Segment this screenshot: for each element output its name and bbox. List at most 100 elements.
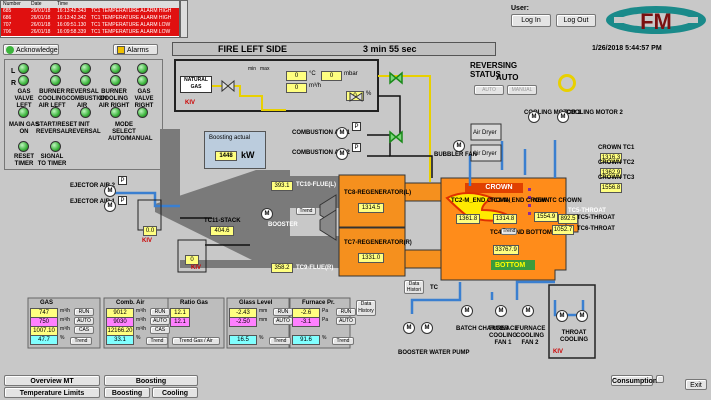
stack-kiv-label: KIV (142, 238, 153, 244)
temperature-limits-button[interactable]: Temperature Limits (4, 387, 100, 398)
throat-kiv-label: KIV (553, 349, 564, 355)
regenerator-left (338, 174, 406, 228)
booster-pump-motor-2-icon[interactable]: M (421, 322, 433, 334)
comb_air-unit: m³/h (136, 317, 146, 323)
regenerator-right-value: 1331.0 (358, 253, 384, 263)
consumption-button[interactable]: Consumption (611, 375, 657, 386)
ejector-fan-1-pressure-icon: P (118, 196, 127, 205)
comb_air-run-button[interactable]: RUN (150, 308, 170, 316)
flue-duct-lower (290, 236, 340, 268)
tc9-value: 358.2 (271, 263, 293, 273)
comb_air-auto-button[interactable]: AUTO (150, 317, 170, 325)
crown-tc-label: CROWN TC1 (598, 145, 635, 151)
booster-label: BOOSTER (268, 222, 298, 228)
glass_level-value: -2.50 (229, 317, 257, 327)
combustion-fan-2-pressure-icon: P (352, 143, 361, 152)
throat-cooling-box (548, 284, 596, 359)
glass_level-unit: mm (259, 308, 268, 314)
exit-button[interactable]: Exit (685, 379, 707, 390)
furnace_pr-run-button[interactable]: RUN (336, 308, 356, 316)
cooling-limits-button[interactable]: Cooling Limits (152, 387, 198, 398)
cooling-motor-2-label: COOLING MOTOR 2 (566, 110, 623, 116)
throat-cooling-fan-2-icon[interactable]: M (576, 310, 588, 322)
air-dryer-1-label: Air Dryer (473, 130, 497, 136)
glass_level-title: Glass Level (239, 300, 273, 306)
ejector-fan-2-motor-icon[interactable]: M (104, 185, 116, 197)
glass_level-unit: mm (259, 317, 268, 323)
boosting-value: 1448 (215, 151, 237, 161)
booster-pump-label: BOOSTER WATER PUMP (398, 350, 470, 356)
data-histori-button[interactable]: Data Histori (404, 280, 424, 294)
furnace_pr-unit: % (322, 335, 327, 341)
comb_air-trend-button[interactable]: Trend (146, 337, 168, 345)
comb_air-unit: m³/h (136, 326, 146, 332)
throat-cooling-fan-1-icon[interactable]: M (556, 310, 568, 322)
crown-tc-label: CROWN TC3 (598, 175, 635, 181)
boosting-panel: Boosting actual 1448 kW (204, 131, 266, 169)
comb_air-value: 33.1 (106, 335, 134, 345)
comb_air-unit: % (136, 335, 141, 341)
comb_air-unit: m³/h (136, 308, 146, 314)
data-history-button[interactable]: Data History (356, 300, 376, 316)
throat-cooling-label: THROAT COOLING (560, 330, 588, 343)
boosting-title: Boosting actual (209, 135, 251, 141)
furnace-cooling-fan-2-icon[interactable]: M (522, 305, 534, 317)
gas-unit: m³/h (60, 308, 70, 314)
bubbler-motor-icon[interactable]: M (453, 140, 465, 152)
tc6-label: TC6-THROAT (577, 226, 615, 232)
glass_level-auto-button[interactable]: AUTO (273, 317, 293, 325)
ratio_gas-value: 12.1 (170, 317, 190, 327)
tc10-trend-button[interactable]: Trend (296, 207, 316, 215)
regenerator-right (338, 227, 406, 277)
furnace_pr-value: 91.6 (292, 335, 320, 345)
ratio_gas-trend-button[interactable]: Trend Gas / Air (172, 337, 220, 345)
gas-value: 47.7 (30, 335, 58, 345)
gas-run-button[interactable]: RUN (74, 308, 94, 316)
tc5-value: 892.5 (558, 214, 578, 224)
cooling-motor-2-icon[interactable]: M (557, 111, 569, 123)
glass_level-trend-button[interactable]: Trend (269, 337, 291, 345)
booster-pump-motor-icon[interactable]: M (403, 322, 415, 334)
gas-unit: % (60, 335, 65, 341)
glass_level-value: 16.5 (229, 335, 257, 345)
gas-cas-button[interactable]: CAS (74, 326, 94, 334)
furnace_pr-auto-button[interactable]: AUTO (336, 317, 356, 325)
furnace_pr-trend-button[interactable]: Trend (332, 337, 354, 345)
gas-trend-button[interactable]: Trend (70, 337, 92, 345)
furnace-cooling-fan-1-label: FURNACE COOLING FAN 1 (489, 326, 519, 346)
glass_level-run-button[interactable]: RUN (273, 308, 293, 316)
glass_level-unit: % (259, 335, 264, 341)
new-tc-value: 1554.9 (534, 212, 558, 222)
tc5-throat-label: TC5-THROAT (577, 215, 615, 221)
tc2-value: 1361.8 (456, 214, 480, 224)
combustion-fan-2-motor-icon[interactable]: M (336, 148, 348, 160)
comb_air-cas-button[interactable]: CAS (150, 326, 170, 334)
furnace-cooling-fan-1-icon[interactable]: M (495, 305, 507, 317)
gas-auto-button[interactable]: AUTO (74, 317, 94, 325)
comb_air-title: Comb. Air (116, 300, 145, 306)
tc11-label: TC11-STACK (204, 218, 241, 224)
combustion-fan-1-motor-icon[interactable]: M (336, 127, 348, 139)
ejector-fan-1-motor-icon[interactable]: M (104, 200, 116, 212)
cooling-motor-1-icon[interactable]: M (528, 111, 540, 123)
booster-motor-icon[interactable]: M (261, 208, 273, 220)
regenerator-left-value: 1314.5 (358, 203, 384, 213)
tc10-value: 393.1 (271, 181, 293, 191)
overview-mt-button[interactable]: Overview MT (4, 375, 100, 386)
tc4-value: 33767.9 (493, 245, 519, 255)
new-tc-label: NEW TC CROWN (533, 198, 582, 204)
furnace_pr-unit: Pa (322, 308, 329, 314)
consumption-toggle-button[interactable] (656, 375, 664, 383)
tc3-value: 1314.8 (493, 214, 517, 224)
crown-tc-value: 1556.8 (600, 183, 622, 193)
gas-unit: m³/h (60, 317, 70, 323)
boosting-button[interactable]: Boosting (104, 375, 198, 386)
tc-trend-button[interactable]: Trend (501, 228, 517, 235)
boosting-limits-button[interactable]: Boosting Limits (104, 387, 150, 398)
gas-unit: m³/h (60, 326, 70, 332)
tc9-label: TC9-FLUE(R) (296, 265, 334, 271)
furnace_pr-unit: Pa (322, 317, 329, 323)
batch-charger-motor-icon[interactable]: M (461, 305, 473, 317)
damper2-value: 0 (185, 255, 199, 265)
furnace-cooling-fan-2-label: FURNACE COOLING FAN 2 (516, 326, 546, 346)
